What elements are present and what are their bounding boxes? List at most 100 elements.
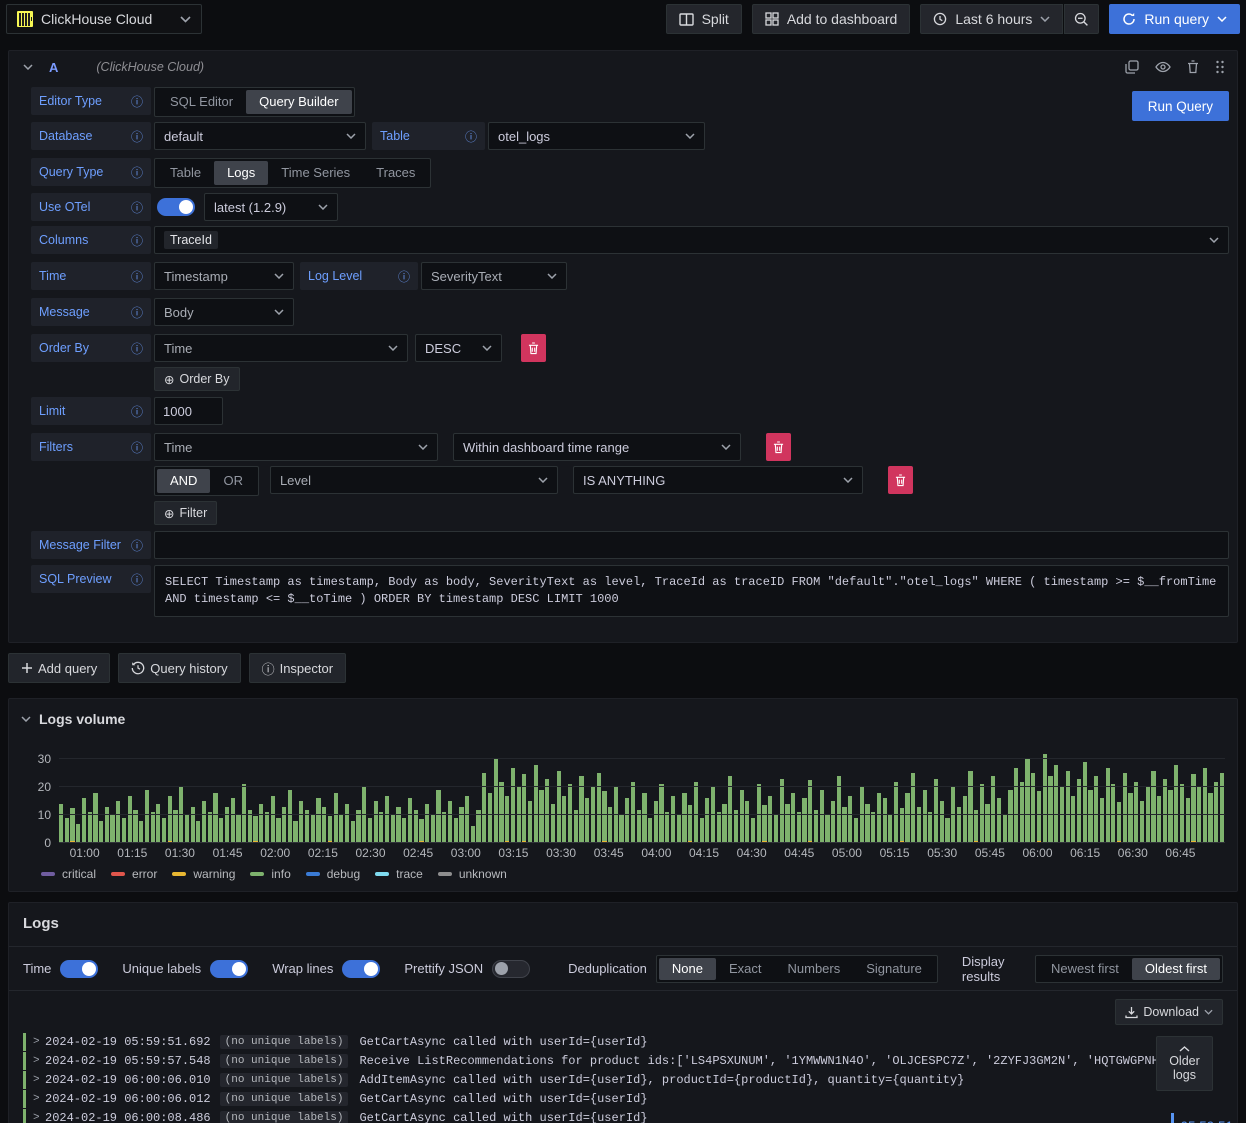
chevron-down-icon xyxy=(418,444,428,450)
info-icon[interactable]: ⓘ xyxy=(131,232,143,249)
table-select[interactable]: otel_logs xyxy=(488,122,705,150)
time-control: Time xyxy=(23,959,99,978)
x-tick: 06:45 xyxy=(1165,846,1196,860)
time-toggle[interactable] xyxy=(60,959,99,978)
info-icon[interactable]: ⓘ xyxy=(131,128,143,145)
expand-row-chevron-icon[interactable]: > xyxy=(33,1093,45,1105)
query-type-option-timeseries[interactable]: Time Series xyxy=(268,161,363,185)
info-icon[interactable]: ⓘ xyxy=(131,304,143,321)
log-row[interactable]: >2024-02-19 06:00:06.012 (no unique label… xyxy=(23,1090,1237,1108)
filter2-operator-select[interactable]: IS ANYTHING xyxy=(572,466,863,494)
legend-item-debug[interactable]: debug xyxy=(305,867,360,881)
filter-bool-or[interactable]: OR xyxy=(210,469,256,493)
info-icon[interactable]: ⓘ xyxy=(131,93,143,110)
log-row[interactable]: >2024-02-19 05:59:57.548 (no unique label… xyxy=(23,1052,1237,1070)
legend-item-critical[interactable]: critical xyxy=(41,867,96,881)
query-type-option-table[interactable]: Table xyxy=(157,161,214,185)
info-icon[interactable]: ⓘ xyxy=(131,268,143,285)
editor-run-query-button[interactable]: Run Query xyxy=(1131,91,1229,121)
info-icon[interactable]: ⓘ xyxy=(398,268,410,285)
log-row[interactable]: >2024-02-19 06:00:08.486 (no unique label… xyxy=(23,1109,1237,1123)
log-nav-time-marker[interactable]: 05:59:51 xyxy=(1171,1113,1233,1123)
log-row[interactable]: >2024-02-19 05:59:51.692 (no unique label… xyxy=(23,1033,1237,1051)
info-icon[interactable]: ⓘ xyxy=(131,537,143,554)
info-icon[interactable]: ⓘ xyxy=(131,439,143,456)
expand-row-chevron-icon[interactable]: > xyxy=(33,1036,45,1048)
remove-filter2-button[interactable] xyxy=(887,466,913,494)
duplicate-query-icon[interactable] xyxy=(1125,60,1139,74)
download-button[interactable]: Download xyxy=(1115,999,1223,1025)
editor-type-option-builder[interactable]: Query Builder xyxy=(246,90,352,114)
query-type-option-traces[interactable]: Traces xyxy=(363,161,428,185)
older-logs-label: Older logs xyxy=(1169,1053,1200,1082)
use-otel-toggle[interactable] xyxy=(157,198,195,216)
split-button[interactable]: Split xyxy=(665,4,742,34)
legend-item-error[interactable]: error xyxy=(111,867,157,881)
log-level-select[interactable]: SeverityText xyxy=(421,262,567,290)
older-logs-button[interactable]: Older logs xyxy=(1156,1036,1213,1091)
datasource-picker[interactable]: ClickHouse Cloud xyxy=(6,4,202,34)
otel-version-select[interactable]: latest (1.2.9) xyxy=(204,193,338,221)
dedup-option-exact[interactable]: Exact xyxy=(716,958,775,980)
add-query-button[interactable]: Add query xyxy=(8,653,111,683)
log-row[interactable]: >2024-02-19 06:00:06.010 (no unique label… xyxy=(23,1071,1237,1089)
database-select[interactable]: default xyxy=(154,122,366,150)
query-type-option-logs[interactable]: Logs xyxy=(214,161,269,185)
inspector-button[interactable]: ⓘ Inspector xyxy=(248,653,347,683)
dedup-option-none[interactable]: None xyxy=(658,957,716,980)
info-icon[interactable]: ⓘ xyxy=(131,403,143,420)
message-filter-input[interactable] xyxy=(154,531,1229,559)
filter-bool-and[interactable]: AND xyxy=(157,469,211,493)
volume-bar xyxy=(1082,751,1087,843)
limit-input[interactable] xyxy=(154,397,223,425)
filter1-field-select[interactable]: Time xyxy=(154,433,438,461)
wrap-lines-toggle[interactable] xyxy=(342,959,381,978)
info-icon[interactable]: ⓘ xyxy=(131,571,143,588)
volume-bar xyxy=(585,751,590,843)
drag-handle-icon[interactable] xyxy=(1215,60,1225,74)
add-to-dashboard-button[interactable]: Add to dashboard xyxy=(751,4,911,34)
display-option-oldest[interactable]: Oldest first xyxy=(1131,957,1220,980)
time-range-picker[interactable]: Last 6 hours xyxy=(920,4,1064,34)
dedup-option-signature[interactable]: Signature xyxy=(853,958,935,980)
expand-row-chevron-icon[interactable]: > xyxy=(33,1074,45,1086)
remove-query-trash-icon[interactable] xyxy=(1187,60,1199,74)
hide-response-eye-icon[interactable] xyxy=(1155,61,1171,73)
prettify-json-toggle[interactable] xyxy=(492,959,531,978)
plot-area[interactable] xyxy=(59,751,1225,843)
legend-item-trace[interactable]: trace xyxy=(375,867,423,881)
unique-labels-toggle[interactable] xyxy=(210,959,249,978)
filter1-operator-select[interactable]: Within dashboard time range xyxy=(453,433,741,461)
info-icon[interactable]: ⓘ xyxy=(131,164,143,181)
column-chip[interactable]: TraceId xyxy=(164,231,218,249)
order-by-column-select[interactable]: Time xyxy=(154,334,408,362)
display-option-newest[interactable]: Newest first xyxy=(1038,958,1132,980)
remove-order-by-button[interactable] xyxy=(521,334,546,362)
message-column-select[interactable]: Body xyxy=(154,298,294,326)
info-icon[interactable]: ⓘ xyxy=(131,340,143,357)
expand-row-chevron-icon[interactable]: > xyxy=(33,1055,45,1067)
add-order-by-button[interactable]: ⊕ Order By xyxy=(154,367,240,391)
legend-item-unknown[interactable]: unknown xyxy=(437,867,507,881)
zoom-out-time-button[interactable] xyxy=(1064,4,1100,34)
run-query-button[interactable]: Run query xyxy=(1109,4,1240,34)
log-level-label: Log Level ⓘ xyxy=(300,262,418,290)
query-history-button[interactable]: Query history xyxy=(118,653,241,683)
add-filter-button[interactable]: ⊕ Filter xyxy=(154,501,218,525)
logs-volume-header[interactable]: Logs volume xyxy=(21,711,1225,727)
volume-bar xyxy=(613,751,618,843)
dedup-option-numbers[interactable]: Numbers xyxy=(775,958,854,980)
query-row-header[interactable]: A (ClickHouse Cloud) xyxy=(9,51,1237,83)
info-icon[interactable]: ⓘ xyxy=(131,199,143,216)
info-icon[interactable]: ⓘ xyxy=(465,128,477,145)
time-column-select[interactable]: Timestamp xyxy=(154,262,294,290)
order-by-direction-select[interactable]: DESC xyxy=(415,334,502,362)
expand-row-chevron-icon[interactable]: > xyxy=(33,1112,45,1123)
columns-multiselect[interactable]: TraceId xyxy=(154,226,1229,254)
volume-bar xyxy=(590,751,596,843)
filter2-field-select[interactable]: Level xyxy=(269,466,558,494)
legend-item-info[interactable]: info xyxy=(250,867,291,881)
legend-item-warning[interactable]: warning xyxy=(172,867,235,881)
editor-type-option-sql[interactable]: SQL Editor xyxy=(157,90,246,114)
remove-filter1-button[interactable] xyxy=(766,433,791,461)
